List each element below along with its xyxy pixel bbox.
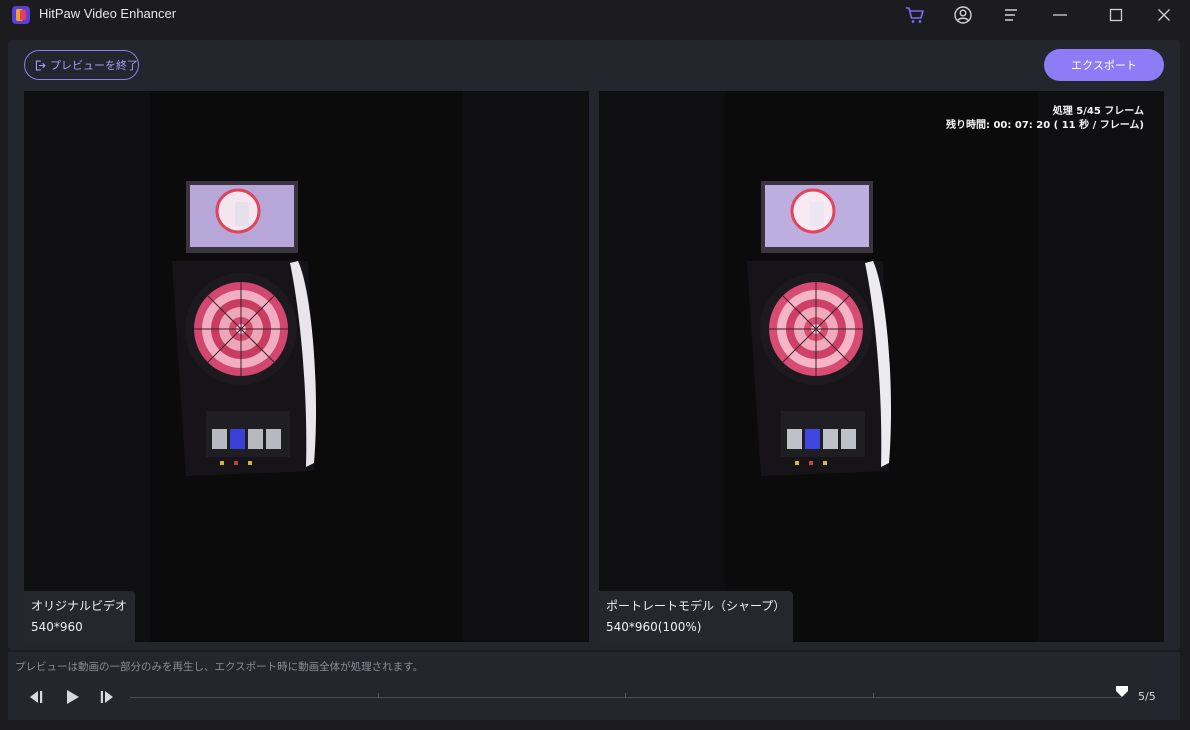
next-frame-button[interactable] bbox=[96, 686, 118, 708]
timeline-tick bbox=[873, 693, 874, 698]
menu-button[interactable] bbox=[999, 3, 1023, 27]
preview-panel: プレビューを終了 エクスポート オリジナルビデオ 540*960 処理 5/45… bbox=[8, 40, 1180, 650]
cart-button[interactable] bbox=[903, 3, 927, 27]
original-video-frame bbox=[150, 91, 463, 642]
dartboard-machine-image bbox=[150, 91, 463, 642]
minimize-icon bbox=[1053, 14, 1067, 16]
app-title: HitPaw Video Enhancer bbox=[39, 6, 177, 21]
previous-frame-icon bbox=[30, 691, 43, 703]
maximize-button[interactable] bbox=[1104, 3, 1128, 27]
preview-notice: プレビューは動画の一部分のみを再生し、エクスポート時に動画全体が処理されます。 bbox=[15, 661, 424, 673]
remaining-time-text: 残り時間: 00: 07: 20 ( 11 秒 / フレーム) bbox=[945, 120, 1144, 131]
menu-icon bbox=[1005, 9, 1017, 21]
exit-preview-label: プレビューを終了 bbox=[50, 59, 138, 72]
playback-bar: プレビューは動画の一部分のみを再生し、エクスポート時に動画全体が処理されます。 … bbox=[8, 652, 1180, 720]
account-button[interactable] bbox=[951, 3, 975, 27]
play-button[interactable] bbox=[61, 686, 83, 708]
timeline-tick bbox=[378, 693, 379, 698]
timeline-track[interactable] bbox=[130, 686, 1128, 698]
original-video-label: オリジナルビデオ 540*960 bbox=[24, 591, 136, 642]
processing-frames-text: 処理 5/45 フレーム bbox=[1052, 106, 1144, 117]
app-logo-icon bbox=[12, 6, 30, 24]
enhanced-model-title: ポートレートモデル（シャープ） bbox=[606, 599, 786, 613]
previous-frame-button[interactable] bbox=[25, 686, 47, 708]
enhanced-video-label: ポートレートモデル（シャープ） 540*960(100%) bbox=[599, 591, 794, 642]
account-icon bbox=[954, 6, 972, 24]
minimize-button[interactable] bbox=[1048, 3, 1072, 27]
enhanced-video-frame bbox=[725, 91, 1038, 642]
timeline-playhead[interactable] bbox=[1115, 685, 1129, 699]
next-frame-icon bbox=[100, 691, 113, 703]
play-icon bbox=[67, 690, 79, 704]
export-button[interactable]: エクスポート bbox=[1044, 49, 1164, 81]
maximize-icon bbox=[1109, 8, 1123, 22]
exit-preview-button[interactable]: プレビューを終了 bbox=[24, 50, 139, 80]
processing-progress: 処理 5/45 フレーム 残り時間: 00: 07: 20 ( 11 秒 / フ… bbox=[946, 105, 1144, 133]
exit-icon bbox=[35, 60, 46, 70]
dartboard-machine-enhanced-image bbox=[725, 91, 1038, 642]
original-video-resolution: 540*960 bbox=[31, 620, 83, 634]
frame-counter: 5/5 bbox=[1138, 690, 1156, 703]
timeline-tick bbox=[625, 693, 626, 698]
title-bar: HitPaw Video Enhancer bbox=[0, 0, 1190, 30]
cart-icon bbox=[906, 7, 924, 23]
original-video-pane: オリジナルビデオ 540*960 bbox=[24, 91, 589, 642]
enhanced-video-resolution: 540*960(100%) bbox=[606, 620, 702, 634]
close-button[interactable] bbox=[1152, 3, 1176, 27]
enhanced-video-pane: 処理 5/45 フレーム 残り時間: 00: 07: 20 ( 11 秒 / フ… bbox=[599, 91, 1164, 642]
original-video-title: オリジナルビデオ bbox=[31, 599, 128, 613]
close-icon bbox=[1158, 9, 1170, 21]
